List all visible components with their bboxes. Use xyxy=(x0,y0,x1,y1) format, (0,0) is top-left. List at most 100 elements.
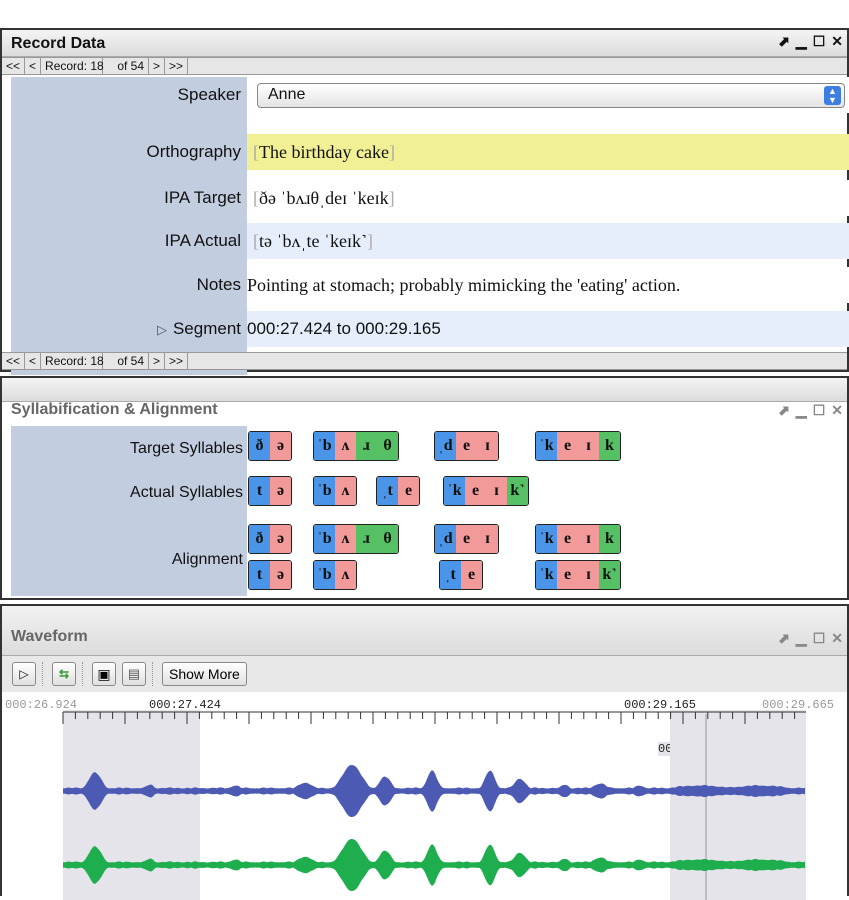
speaker-select[interactable]: Anne ▲ ▼ xyxy=(257,83,845,108)
segment-field[interactable]: 000:27.424 to 000:29.165 xyxy=(247,311,849,347)
phone-cell: ʌ xyxy=(335,525,356,553)
phone-cell: e xyxy=(398,477,419,505)
prev-record-button[interactable]: < xyxy=(25,58,42,74)
phone-cell: ə xyxy=(270,561,291,589)
ipa-actual-field[interactable]: [tə ˈbʌˌte ˈkeɪk˺] xyxy=(247,223,849,259)
waveform-titlebar: Waveform ⬈ ▁ ☐ ✕ xyxy=(2,606,847,656)
phone-cell: ə xyxy=(270,525,291,553)
syllable-group[interactable]: ˌt e xyxy=(376,476,420,506)
first-record-button[interactable]: << xyxy=(2,353,26,369)
panel-title: Waveform xyxy=(11,628,88,645)
notes-row: Notes Pointing at stomach; probably mimi… xyxy=(11,267,849,303)
sync-button[interactable]: ⇆ xyxy=(52,662,76,686)
segment-label: Segment xyxy=(172,319,241,338)
phone-cell: e xyxy=(557,432,578,460)
close-icon[interactable]: ✕ xyxy=(831,33,843,50)
phone-cell: ˈb xyxy=(314,525,335,553)
phone-cell: ˌt xyxy=(377,477,398,505)
waveform-display[interactable] xyxy=(0,710,849,900)
select-arrows-icon: ▲ ▼ xyxy=(824,86,841,105)
syllable-group[interactable]: tə xyxy=(248,560,292,590)
orthography-row: Orthography [The birthday cake] xyxy=(11,134,849,170)
syllable-group[interactable]: tə xyxy=(248,476,292,506)
save-icon: ▣ xyxy=(97,666,111,682)
play-button[interactable]: ▷ xyxy=(12,662,36,686)
record-number[interactable]: Record: 18 xyxy=(41,353,104,369)
phone-cell: ɪ xyxy=(578,432,599,460)
syllable-group[interactable]: ˈb ʌ xyxy=(313,476,357,506)
phone-cell: ð xyxy=(249,432,270,460)
syllable-group[interactable]: ˌt e xyxy=(439,560,483,590)
next-record-button[interactable]: > xyxy=(149,58,166,74)
waveform-toolbar: ▷ ⇆ ▣ ▤ Show More xyxy=(12,662,247,688)
excluded-region-right xyxy=(670,710,806,900)
next-record-button[interactable]: > xyxy=(149,353,166,369)
segment-label-cell[interactable]: ▷ Segment xyxy=(11,311,247,348)
maximize-icon[interactable]: ☐ xyxy=(813,630,826,647)
toolbar-separator xyxy=(152,662,156,686)
phone-cell: k˺ xyxy=(599,561,620,589)
window-controls: ⬈ ▁ ☐ ✕ xyxy=(778,402,843,419)
prev-record-button[interactable]: < xyxy=(25,353,42,369)
syllable-group[interactable]: ðə xyxy=(248,431,292,461)
waveform-panel: Waveform ⬈ ▁ ☐ ✕ ▷ ⇆ ▣ ▤ Show More 000:2… xyxy=(0,604,849,900)
last-record-button[interactable]: >> xyxy=(165,353,189,369)
ipa-actual-value: tə ˈbʌˌte ˈkeɪk˺ xyxy=(259,231,367,251)
syllable-group[interactable]: ðə xyxy=(248,524,292,554)
phone-cell: ˌd xyxy=(435,525,456,553)
first-record-button[interactable]: << xyxy=(2,58,26,74)
maximize-icon[interactable]: ☐ xyxy=(813,33,826,50)
phone-cell: e xyxy=(465,477,486,505)
notes-field[interactable]: Pointing at stomach; probably mimicking … xyxy=(247,267,849,303)
syllable-group[interactable]: ˈk e ɪ k˺ xyxy=(443,476,529,506)
speaker-value: Anne xyxy=(268,86,306,103)
record-data-titlebar: Record Data ⬈ ▁ ☐ ✕ xyxy=(2,30,847,57)
phone-cell: k xyxy=(599,525,620,553)
toolbar-separator xyxy=(82,662,86,686)
syllable-group[interactable]: ˈk e ɪ k xyxy=(535,524,621,554)
syllable-group[interactable]: ˌd e ɪ xyxy=(434,524,499,554)
speaker-label: Speaker xyxy=(177,85,241,104)
show-more-button[interactable]: Show More xyxy=(162,662,247,686)
syllable-group[interactable]: ˈb ʌ ɹ θ xyxy=(313,524,399,554)
detach-icon[interactable]: ⬈ xyxy=(778,402,790,419)
phone-cell: e xyxy=(456,525,477,553)
maximize-icon[interactable]: ☐ xyxy=(813,402,826,419)
window-controls: ⬈ ▁ ☐ ✕ xyxy=(778,33,843,50)
phone-cell: e xyxy=(557,525,578,553)
export-button[interactable]: ▤ xyxy=(122,662,146,686)
phone-cell: ˌt xyxy=(440,561,461,589)
close-icon[interactable]: ✕ xyxy=(831,402,843,419)
export-icon: ▤ xyxy=(127,666,141,681)
phone-cell: e xyxy=(461,561,482,589)
last-record-button[interactable]: >> xyxy=(165,58,189,74)
phone-cell: ˈk xyxy=(536,432,557,460)
phone-cell: e xyxy=(456,432,477,460)
swap-arrows-icon: ⇆ xyxy=(58,667,70,681)
phone-cell: k xyxy=(599,432,620,460)
save-button[interactable]: ▣ xyxy=(92,662,116,686)
phone-cell: ˈb xyxy=(314,477,335,505)
minimize-icon[interactable]: ▁ xyxy=(796,630,807,647)
phone-cell: k˺ xyxy=(507,477,528,505)
syllable-group[interactable]: ˌd e ɪ xyxy=(434,431,499,461)
syllabification-body: Target Syllables Actual Syllables Alignm… xyxy=(11,426,849,596)
orthography-field[interactable]: [The birthday cake] xyxy=(247,134,849,170)
close-icon[interactable]: ✕ xyxy=(831,630,843,647)
syllabification-titlebar: Syllabification & Alignment ⬈ ▁ ☐ ✕ xyxy=(2,378,847,418)
minimize-icon[interactable]: ▁ xyxy=(796,402,807,419)
speaker-row: Speaker Anne ▲ ▼ xyxy=(11,77,849,113)
syllable-group[interactable]: ˈb ʌ xyxy=(313,560,357,590)
record-number[interactable]: Record: 18 xyxy=(41,58,104,74)
phone-cell: ɪ xyxy=(486,477,507,505)
detach-icon[interactable]: ⬈ xyxy=(778,33,790,50)
expand-triangle-icon[interactable]: ▷ xyxy=(157,322,167,337)
record-nav-bottom: << < Record: 18 of 54 > >> xyxy=(2,352,847,370)
alignment-label: Alignment xyxy=(171,551,243,568)
syllable-group[interactable]: ˈk e ɪ k˺ xyxy=(535,560,621,590)
syllable-group[interactable]: ˈk e ɪ k xyxy=(535,431,621,461)
ipa-target-field[interactable]: [ðə ˈbʌɹθˌdeɪ ˈkeɪk] xyxy=(247,180,849,216)
syllable-group[interactable]: ˈb ʌ ɹ θ xyxy=(313,431,399,461)
minimize-icon[interactable]: ▁ xyxy=(796,33,807,50)
detach-icon[interactable]: ⬈ xyxy=(778,630,790,647)
